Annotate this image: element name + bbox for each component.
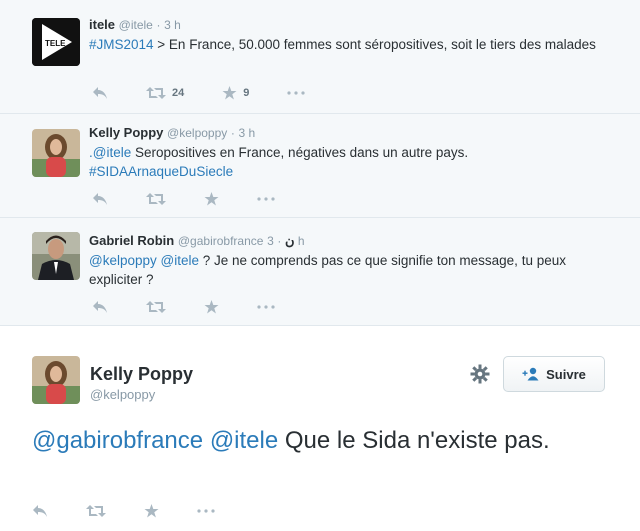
more-icon xyxy=(197,509,215,513)
author-handle[interactable]: @kelpoppy xyxy=(90,387,155,402)
tweet[interactable]: Gabriel Robin @gabirobfrance ن · 3 h @ke… xyxy=(0,218,640,326)
reply-button[interactable] xyxy=(92,300,108,314)
author-name[interactable]: Kelly Poppy xyxy=(90,364,193,385)
retweet-count: 24 xyxy=(172,87,185,99)
favorite-button[interactable] xyxy=(144,504,159,518)
separator-dot: · xyxy=(277,234,282,248)
reply-icon xyxy=(93,87,107,99)
more-icon xyxy=(257,305,275,309)
tweet[interactable]: TELE itele @itele · 3 h #JMS2014 > En Fr… xyxy=(0,0,640,114)
settings-button[interactable] xyxy=(470,364,490,389)
hashtag-link[interactable]: #JMS2014 xyxy=(89,37,154,52)
avatar[interactable]: TELE xyxy=(32,18,80,66)
favorite-icon xyxy=(204,192,219,206)
mention-link[interactable]: .@itele xyxy=(89,145,131,160)
tweet-text: .@itele Seropositives en France, négativ… xyxy=(89,143,620,181)
reply-button[interactable] xyxy=(92,86,108,100)
tweet-actions xyxy=(32,504,253,518)
more-button[interactable] xyxy=(257,305,275,309)
tweet-text: @kelpoppy @itele ? Je ne comprends pas c… xyxy=(89,251,620,289)
reply-icon xyxy=(93,193,107,205)
more-button[interactable] xyxy=(257,197,275,201)
more-button[interactable] xyxy=(287,91,305,95)
favorite-icon xyxy=(144,504,159,518)
mention-link[interactable]: @gabirobfrance xyxy=(32,427,203,454)
reply-button[interactable] xyxy=(92,192,108,206)
retweet-icon xyxy=(146,301,166,313)
retweet-button[interactable] xyxy=(146,300,166,314)
favorite-button[interactable] xyxy=(204,192,219,206)
retweet-icon xyxy=(146,193,166,205)
author-handle[interactable]: @kelpoppy xyxy=(167,126,227,140)
tweet-body: > En France, 50.000 femmes sont séroposi… xyxy=(153,37,596,52)
hashtag-link[interactable]: #SIDAArnaqueDuSiecle xyxy=(89,164,233,179)
favorite-icon xyxy=(222,86,237,100)
reply-button[interactable] xyxy=(32,504,48,518)
favorite-button[interactable]: 9 xyxy=(222,86,249,100)
author-name[interactable]: Kelly Poppy xyxy=(89,125,163,140)
mention-link[interactable]: @itele xyxy=(161,253,199,268)
more-button[interactable] xyxy=(197,509,215,513)
reply-icon xyxy=(33,505,47,517)
retweet-icon xyxy=(86,505,106,517)
author-handle[interactable]: @gabirobfrance xyxy=(178,234,264,248)
favorite-button[interactable] xyxy=(204,300,219,314)
tweet-text: #JMS2014 > En France, 50.000 femmes sont… xyxy=(89,35,620,54)
favorite-icon xyxy=(204,300,219,314)
retweet-button[interactable] xyxy=(146,192,166,206)
more-icon xyxy=(287,91,305,95)
avatar[interactable] xyxy=(32,232,80,280)
tweet[interactable]: Kelly Poppy @kelpoppy · 3 h .@itele Sero… xyxy=(0,114,640,218)
author-handle[interactable]: @itele xyxy=(119,18,153,32)
separator-dot: · xyxy=(156,18,161,32)
author-name[interactable]: itele xyxy=(89,17,115,32)
avatar-logo-text: TELE xyxy=(45,39,66,48)
retweet-icon xyxy=(146,87,166,99)
main-tweet: Kelly Poppy @kelpoppy Suivre @gabirobfra… xyxy=(0,326,640,531)
follow-icon xyxy=(522,367,539,381)
mention-link[interactable]: @kelpoppy xyxy=(89,253,157,268)
gear-icon xyxy=(470,364,490,384)
separator-dot: · xyxy=(230,126,235,140)
tweet-text: @gabirobfrance @itele Que le Sida n'exis… xyxy=(32,424,592,458)
author-name[interactable]: Gabriel Robin xyxy=(89,233,174,248)
more-icon xyxy=(257,197,275,201)
tweet-actions: 24 9 xyxy=(92,86,343,100)
retweet-button[interactable]: 24 xyxy=(146,86,184,100)
tweet-body: Seropositives en France, négatives dans … xyxy=(131,145,469,160)
tweet-actions xyxy=(92,300,313,314)
tweet-actions xyxy=(92,192,313,206)
favorite-count: 9 xyxy=(243,87,250,99)
avatar[interactable] xyxy=(32,356,80,404)
avatar[interactable] xyxy=(32,129,80,177)
author-badge: ن xyxy=(285,233,295,248)
follow-button[interactable]: Suivre xyxy=(503,356,605,392)
mention-link[interactable]: @itele xyxy=(210,427,278,454)
timestamp[interactable]: 3 h xyxy=(164,18,181,32)
follow-label: Suivre xyxy=(546,366,586,382)
timestamp[interactable]: 3 h xyxy=(239,126,256,140)
reply-icon xyxy=(93,301,107,313)
retweet-button[interactable] xyxy=(86,504,106,518)
tweet-body: Que le Sida n'existe pas. xyxy=(278,427,550,454)
